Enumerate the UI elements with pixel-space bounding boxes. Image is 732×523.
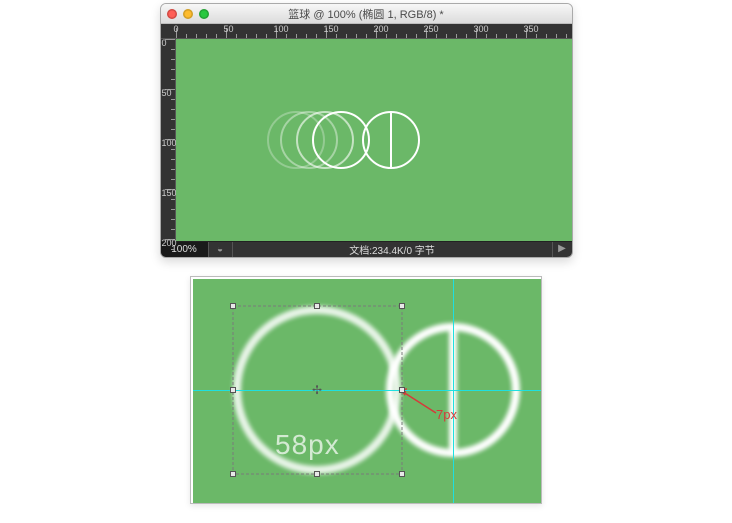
workspace: 050100150200 <box>161 39 572 241</box>
ellipse-midline <box>390 111 393 169</box>
handle-nw[interactable] <box>230 303 236 309</box>
ruler-h-label: 150 <box>324 24 339 34</box>
ruler-h-label: 250 <box>424 24 439 34</box>
handle-e[interactable] <box>399 387 405 393</box>
statusbar: 100% ◒ 文档:234.4K/0 字节 ▶ <box>161 241 572 257</box>
guide-horizontal[interactable] <box>193 390 541 391</box>
ruler-v-label: 0 <box>162 38 167 48</box>
ruler-v-label: 200 <box>162 238 177 248</box>
ruler-h-label: 350 <box>524 24 539 34</box>
ruler-h-label: 0 <box>174 24 179 34</box>
handle-sw[interactable] <box>230 471 236 477</box>
ruler-vertical[interactable]: 050100150200 <box>161 39 176 241</box>
handle-se[interactable] <box>399 471 405 477</box>
editor-window: 篮球 @ 100% (椭圆 1, RGB/8) * 0 50 100 150 200 25… <box>160 3 573 258</box>
handle-n[interactable] <box>314 303 320 309</box>
ruler-horizontal[interactable]: 0 50 100 150 200 250 300 350 <box>161 24 572 39</box>
diameter-annotation: 58px <box>275 429 340 461</box>
detail-canvas[interactable]: ✢ 58px 7px <box>193 279 541 503</box>
detail-artwork <box>193 279 541 503</box>
ruler-v-label: 50 <box>162 88 172 98</box>
ruler-h-label: 300 <box>474 24 489 34</box>
ruler-v-label: 150 <box>162 188 177 198</box>
handle-w[interactable] <box>230 387 236 393</box>
center-mark-icon: ✢ <box>310 383 324 397</box>
handle-ne[interactable] <box>399 303 405 309</box>
overlap-annotation: 7px <box>436 407 457 422</box>
handle-s[interactable] <box>314 471 320 477</box>
canvas[interactable] <box>176 39 572 241</box>
window-title: 篮球 @ 100% (椭圆 1, RGB/8) * <box>161 6 572 22</box>
ruler-h-label: 200 <box>374 24 389 34</box>
ruler-h-label: 50 <box>224 24 234 34</box>
play-icon[interactable]: ▶ <box>552 242 572 257</box>
preview-icon[interactable]: ◒ <box>209 242 233 257</box>
titlebar[interactable]: 篮球 @ 100% (椭圆 1, RGB/8) * <box>161 4 572 24</box>
ellipse-shape[interactable] <box>312 111 370 169</box>
doc-size-label: 文档:234.4K/0 字节 <box>233 242 552 257</box>
ruler-h-label: 100 <box>274 24 289 34</box>
guide-vertical[interactable] <box>453 279 454 503</box>
ruler-v-label: 100 <box>162 138 177 148</box>
detail-view: ✢ 58px 7px <box>190 276 542 504</box>
